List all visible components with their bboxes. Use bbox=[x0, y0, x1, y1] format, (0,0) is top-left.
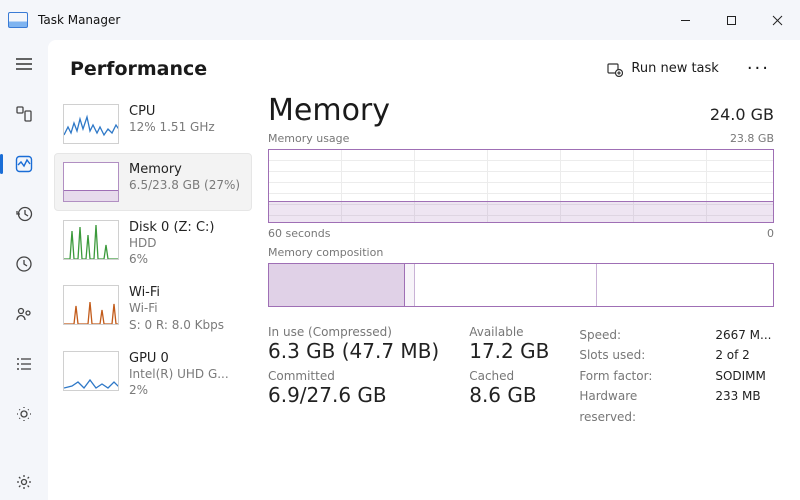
cpu-spark-icon bbox=[64, 105, 119, 144]
nav-app-history[interactable] bbox=[6, 196, 42, 232]
nav-startup[interactable] bbox=[6, 246, 42, 282]
nav-details[interactable] bbox=[6, 346, 42, 382]
gpu-thumb bbox=[63, 351, 119, 391]
disk-name: Disk 0 (Z: C:) bbox=[129, 220, 214, 235]
comp-standby bbox=[415, 264, 596, 306]
maximize-icon bbox=[726, 15, 737, 26]
available-label: Available bbox=[469, 325, 549, 339]
disk-sub2: 6% bbox=[129, 251, 214, 267]
capacity: 24.0 GB bbox=[710, 105, 774, 124]
available-value: 17.2 GB bbox=[469, 339, 549, 363]
mem-thumb bbox=[63, 162, 119, 202]
inuse-value: 6.3 GB (47.7 MB) bbox=[268, 339, 439, 363]
slots-v: 2 of 2 bbox=[715, 345, 749, 365]
memory-usage-graph bbox=[268, 149, 774, 223]
hw-v: 233 MB bbox=[715, 386, 760, 427]
cpu-name: CPU bbox=[129, 104, 215, 119]
cached-value: 8.6 GB bbox=[469, 383, 549, 407]
run-task-icon bbox=[607, 61, 623, 77]
minimize-button[interactable] bbox=[662, 0, 708, 40]
wifi-sub2: S: 0 R: 8.0 Kbps bbox=[129, 317, 224, 333]
wifi-spark-icon bbox=[64, 286, 119, 325]
comp-modified bbox=[405, 264, 415, 306]
topbar: Performance Run new task ··· bbox=[48, 40, 800, 93]
usage-label: Memory usage bbox=[268, 132, 349, 145]
nav-settings[interactable] bbox=[6, 464, 42, 500]
nav-rail bbox=[0, 40, 48, 500]
form-k: Form factor: bbox=[579, 366, 695, 386]
perf-card-wifi[interactable]: Wi-Fi Wi-Fi S: 0 R: 8.0 Kbps bbox=[54, 276, 252, 341]
hamburger-icon bbox=[16, 57, 32, 71]
axis-right: 0 bbox=[767, 227, 774, 240]
startup-icon bbox=[15, 255, 33, 273]
page-title: Performance bbox=[70, 58, 207, 80]
gpu-sub1: Intel(R) UHD G... bbox=[129, 366, 229, 382]
services-icon bbox=[15, 405, 33, 423]
slots-k: Slots used: bbox=[579, 345, 695, 365]
perf-resource-list: CPU 12% 1.51 GHz Memory 6.5/23.8 GB (27%… bbox=[48, 93, 258, 500]
speed-k: Speed: bbox=[579, 325, 695, 345]
comp-in-use bbox=[269, 264, 405, 306]
speed-v: 2667 M... bbox=[715, 325, 771, 345]
usage-max: 23.8 GB bbox=[730, 132, 774, 145]
close-button[interactable] bbox=[754, 0, 800, 40]
window-controls bbox=[662, 0, 800, 40]
run-new-task-button[interactable]: Run new task bbox=[597, 55, 728, 83]
perf-card-cpu[interactable]: CPU 12% 1.51 GHz bbox=[54, 95, 252, 153]
cpu-sub: 12% 1.51 GHz bbox=[129, 119, 215, 135]
nav-performance[interactable] bbox=[6, 146, 42, 182]
nav-services[interactable] bbox=[6, 396, 42, 432]
users-icon bbox=[15, 305, 33, 323]
perf-main: Memory 24.0 GB Memory usage 23.8 GB 60 s… bbox=[258, 93, 800, 500]
history-icon bbox=[15, 205, 33, 223]
run-task-label: Run new task bbox=[631, 61, 718, 76]
gpu-name: GPU 0 bbox=[129, 351, 229, 366]
gpu-spark-icon bbox=[64, 352, 119, 391]
form-v: SODIMM bbox=[715, 366, 766, 386]
memory-composition-bar bbox=[268, 263, 774, 307]
perf-card-disk[interactable]: Disk 0 (Z: C:) HDD 6% bbox=[54, 211, 252, 276]
hamburger-button[interactable] bbox=[6, 46, 42, 82]
titlebar: Task Manager bbox=[0, 0, 800, 40]
settings-icon bbox=[15, 473, 33, 491]
app-icon bbox=[8, 12, 28, 28]
perf-card-gpu[interactable]: GPU 0 Intel(R) UHD G... 2% bbox=[54, 342, 252, 407]
inuse-label: In use (Compressed) bbox=[268, 325, 439, 339]
nav-processes[interactable] bbox=[6, 96, 42, 132]
mem-name: Memory bbox=[129, 162, 240, 177]
cpu-thumb bbox=[63, 104, 119, 144]
axis-left: 60 seconds bbox=[268, 227, 330, 240]
minimize-icon bbox=[680, 15, 691, 26]
hw-k: Hardware reserved: bbox=[579, 386, 695, 427]
details-icon bbox=[15, 355, 33, 373]
committed-value: 6.9/27.6 GB bbox=[268, 383, 439, 407]
comp-free bbox=[597, 264, 773, 306]
close-icon bbox=[772, 15, 783, 26]
wifi-thumb bbox=[63, 285, 119, 325]
more-button[interactable]: ··· bbox=[739, 54, 778, 83]
gpu-sub2: 2% bbox=[129, 382, 229, 398]
disk-thumb bbox=[63, 220, 119, 260]
disk-spark-icon bbox=[64, 221, 119, 260]
wifi-sub1: Wi-Fi bbox=[129, 300, 224, 316]
window-title: Task Manager bbox=[38, 13, 120, 27]
processes-icon bbox=[15, 105, 33, 123]
maximize-button[interactable] bbox=[708, 0, 754, 40]
resource-title: Memory bbox=[268, 93, 390, 128]
committed-label: Committed bbox=[268, 369, 439, 383]
mem-sub: 6.5/23.8 GB (27%) bbox=[129, 177, 240, 193]
performance-icon bbox=[15, 155, 33, 173]
memory-stats: In use (Compressed) 6.3 GB (47.7 MB) Com… bbox=[268, 325, 774, 427]
wifi-name: Wi-Fi bbox=[129, 285, 224, 300]
cached-label: Cached bbox=[469, 369, 549, 383]
nav-users[interactable] bbox=[6, 296, 42, 332]
composition-label: Memory composition bbox=[268, 246, 774, 259]
disk-sub1: HDD bbox=[129, 235, 214, 251]
perf-card-memory[interactable]: Memory 6.5/23.8 GB (27%) bbox=[54, 153, 252, 211]
